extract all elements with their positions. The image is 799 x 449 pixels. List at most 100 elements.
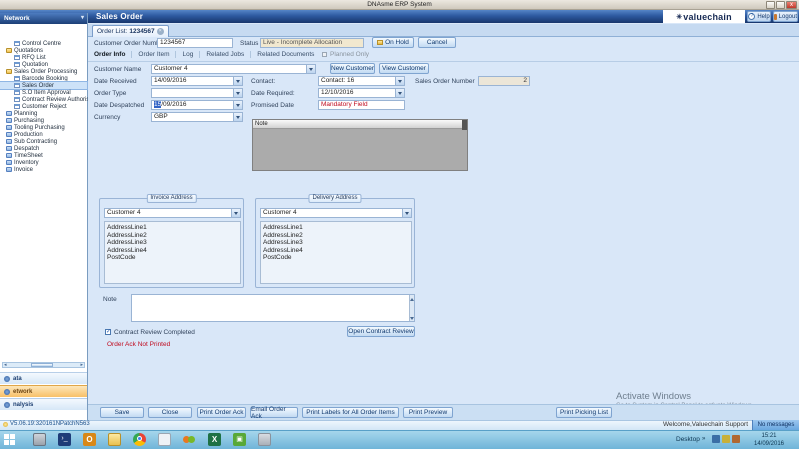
collapse-icon[interactable]: ▾: [81, 13, 84, 24]
open-contract-review-button[interactable]: Open Contract Review: [347, 326, 415, 337]
taskbar-clock[interactable]: 15:21 14/09/2016: [744, 432, 794, 448]
sidebar-item-sub-contracting[interactable]: Sub Contracting: [0, 138, 87, 145]
sidebar-item-invoice[interactable]: Invoice: [0, 166, 87, 173]
archive-icon[interactable]: [258, 433, 271, 446]
chrome-icon[interactable]: [133, 433, 146, 446]
nav-panel-network[interactable]: etwork: [0, 385, 87, 397]
excel-icon[interactable]: X: [208, 433, 221, 446]
chevron-down-icon[interactable]: [395, 77, 404, 85]
nav-panel-data[interactable]: ata: [0, 372, 87, 384]
print-preview-button[interactable]: Print Preview: [403, 407, 453, 418]
note-textarea[interactable]: [131, 294, 415, 322]
powershell-icon[interactable]: ›_: [58, 433, 71, 446]
app-window-icon[interactable]: [158, 433, 171, 446]
messenger-icon[interactable]: [183, 433, 196, 446]
chevron-down-icon[interactable]: [233, 113, 242, 121]
tab-order-info[interactable]: Order Info: [94, 51, 132, 58]
tab-order-item[interactable]: Order Item: [138, 51, 176, 58]
cancel-button[interactable]: Cancel: [418, 37, 456, 48]
tab-log[interactable]: Log: [182, 51, 200, 58]
delivery-address-select[interactable]: Customer 4: [260, 208, 412, 218]
sage-icon[interactable]: ▣: [233, 433, 246, 446]
sidebar-item-quotations[interactable]: Quotations: [0, 47, 87, 54]
chevron-icon[interactable]: »: [702, 436, 705, 442]
chevron-down-icon[interactable]: [402, 209, 411, 217]
note-scrollbar[interactable]: [409, 295, 414, 321]
close-button[interactable]: x: [786, 1, 797, 9]
chevron-down-icon[interactable]: [233, 101, 242, 109]
invoice-address-select[interactable]: Customer 4: [104, 208, 241, 218]
customer-order-number-input[interactable]: 1234567: [157, 38, 233, 48]
tab-close-icon[interactable]: ×: [157, 28, 164, 35]
sidebar-item-customer-reject[interactable]: Customer Reject: [0, 103, 87, 110]
chevron-down-icon[interactable]: [395, 89, 404, 97]
scroll-left-icon[interactable]: ◂: [4, 362, 7, 368]
contract-review-checkbox[interactable]: ✓: [105, 329, 111, 335]
sidebar-header[interactable]: Network ▾: [0, 13, 87, 24]
view-customer-button[interactable]: View Customer: [379, 63, 429, 74]
sidebar-item-barcode-booking[interactable]: Barcode Booking: [0, 75, 87, 82]
sidebar-item-planning[interactable]: Planning: [0, 110, 87, 117]
sidebar-item-sales-order[interactable]: Sales Order: [0, 82, 87, 89]
tab-related-documents[interactable]: Related Documents: [257, 51, 320, 58]
on-hold-button[interactable]: On Hold: [372, 37, 414, 48]
contact-select[interactable]: Contact: 16: [318, 76, 405, 86]
tab-related-jobs[interactable]: Related Jobs: [206, 51, 251, 58]
date-received-select[interactable]: 14/09/2016: [151, 76, 243, 86]
date-required-select[interactable]: 12/10/2016: [318, 88, 405, 98]
planned-only-checkbox[interactable]: [322, 52, 327, 57]
minimize-button[interactable]: [766, 1, 775, 9]
sidebar-item-despatch[interactable]: Despatch: [0, 145, 87, 152]
file-explorer-icon[interactable]: [108, 433, 121, 446]
order-list-tab[interactable]: Order List: 1234567 ×: [92, 25, 169, 37]
outlook-icon[interactable]: O: [83, 433, 96, 446]
sidebar-item-rfq-list[interactable]: RFQ List: [0, 54, 87, 61]
help-button[interactable]: ? Help: [747, 11, 771, 22]
desktop-toolbar-label[interactable]: Desktop: [676, 436, 700, 443]
scroll-down-icon[interactable]: [410, 317, 414, 322]
promised-date-input[interactable]: Mandatory Field: [318, 100, 405, 110]
scroll-right-icon[interactable]: ▸: [80, 362, 83, 368]
sidebar-item-timesheet[interactable]: TimeSheet: [0, 152, 87, 159]
tray-volume-icon[interactable]: [732, 435, 740, 443]
print-labels-button[interactable]: Print Labels for All Order Items: [302, 407, 399, 418]
start-button-icon[interactable]: [4, 434, 16, 445]
save-button[interactable]: Save: [100, 407, 144, 418]
scrollbar-thumb[interactable]: [31, 363, 53, 367]
sidebar-item-production[interactable]: Production: [0, 131, 87, 138]
sidebar-item-contract-review-authorisation[interactable]: Contract Review Authorisation: [0, 96, 87, 103]
maximize-button[interactable]: [776, 1, 785, 9]
server-manager-icon[interactable]: [33, 433, 46, 446]
nav-panel-analysis[interactable]: nalysis: [0, 398, 87, 410]
sidebar-item-inventory[interactable]: Inventory: [0, 159, 87, 166]
tray-network-icon[interactable]: [712, 435, 720, 443]
invoice-address-list[interactable]: AddressLine1 AddressLine2 AddressLine3 A…: [104, 221, 241, 284]
date-despatched-select[interactable]: 15/09/2016: [151, 100, 243, 110]
tray-flag-icon[interactable]: [722, 435, 730, 443]
messages-badge[interactable]: No messages: [752, 420, 799, 430]
sidebar-item-purchasing[interactable]: Purchasing: [0, 117, 87, 124]
sidebar-horizontal-scrollbar[interactable]: ◂ ▸: [2, 362, 85, 368]
sidebar-item-tooling-purchasing[interactable]: Tooling Purchasing: [0, 124, 87, 131]
close-order-button[interactable]: Close: [148, 407, 192, 418]
scroll-up-icon[interactable]: [410, 296, 414, 301]
sidebar-item-control-centre[interactable]: Control Centre: [0, 40, 87, 47]
new-customer-button[interactable]: New Customer: [330, 63, 375, 74]
sidebar-item-so-item-approval[interactable]: S.O Item Approval: [0, 89, 87, 96]
print-picking-list-button[interactable]: Print Picking List: [556, 407, 612, 418]
print-order-ack-button[interactable]: Print Order Ack: [197, 407, 246, 418]
chevron-down-icon[interactable]: [306, 65, 315, 73]
sidebar-item-quotation[interactable]: Quotation: [0, 61, 87, 68]
order-note-panel[interactable]: Note: [252, 119, 468, 171]
chevron-down-icon[interactable]: [233, 89, 242, 97]
sidebar-item-sales-order-processing[interactable]: Sales Order Processing: [0, 68, 87, 75]
scrollbar-thumb[interactable]: [462, 120, 467, 130]
customer-name-select[interactable]: Customer 4: [151, 64, 316, 74]
chevron-down-icon[interactable]: [233, 77, 242, 85]
delivery-address-list[interactable]: AddressLine1 AddressLine2 AddressLine3 A…: [260, 221, 412, 284]
logout-button[interactable]: Logout: [773, 11, 798, 22]
chevron-down-icon[interactable]: [231, 209, 240, 217]
email-order-ack-button[interactable]: Email Order Ack: [250, 407, 298, 418]
currency-select[interactable]: GBP: [151, 112, 243, 122]
order-type-select[interactable]: [151, 88, 243, 98]
